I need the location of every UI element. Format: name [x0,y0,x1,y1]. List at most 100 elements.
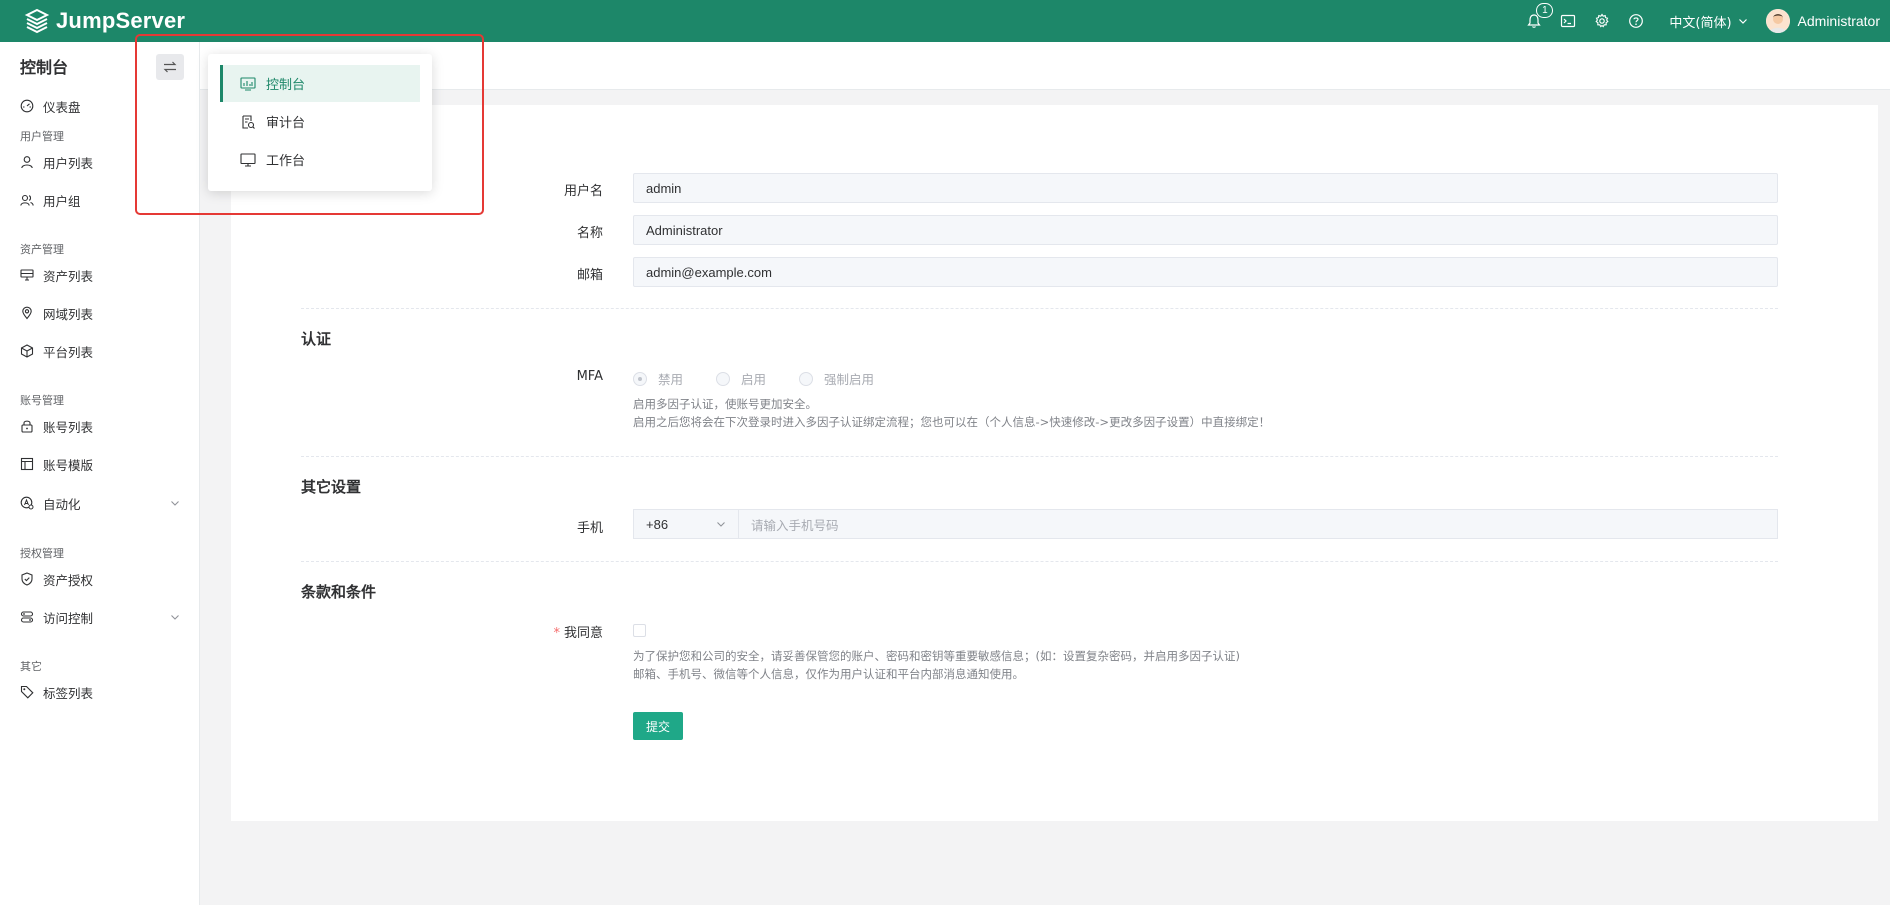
view-item-label: 审计台 [266,116,306,131]
avatar [1765,9,1790,33]
radio-label: 启用 [741,372,767,387]
radio-dot [633,371,647,386]
logo-text: JumpServer [56,8,186,33]
sidebar-item-label: 资产列表 [43,268,94,284]
language-selector[interactable]: 中文(简体) [1669,12,1747,31]
nav-group-account-management: 账号管理 [20,394,64,407]
avatar-icon [1765,9,1790,33]
sidebar-item-label: 资产授权 [43,572,94,588]
sidebar-item-tag-list[interactable]: 标签列表 [0,676,200,708]
terms-help-text: 为了保护您和公司的安全，请妥善保管您的账户、密码和密钥等重要敏感信息；(如：设置… [633,649,1240,663]
lock-icon [21,420,33,433]
sidebar-item-label: 账号模版 [43,457,94,473]
sidebar-item-automation[interactable]: 自动化 [0,487,200,519]
shield-icon [21,572,33,586]
sidebar-item-platform-list[interactable]: 平台列表 [0,335,200,367]
email-label: 邮箱 [576,268,603,283]
users-icon [20,194,34,206]
sidebar-item-account-template[interactable]: 账号模版 [0,448,200,480]
mfa-radio-forced[interactable]: 强制启用 [799,369,874,388]
help-icon [1629,14,1644,28]
help-button[interactable] [1619,0,1653,42]
sidebar-item-access-control[interactable]: 访问控制 [0,601,200,633]
terminal-icon [1561,14,1576,28]
view-item-label: 控制台 [266,78,306,93]
phone-label: 手机 [576,521,603,536]
mfa-help-text: 启用多因子认证，使账号更加安全。 [633,397,817,411]
asset-icon [20,269,34,281]
view-item-workbench[interactable]: 工作台 [220,141,420,178]
template-icon [20,457,34,471]
console-icon [240,76,256,91]
jumpserver-logo-icon [24,8,50,34]
section-divider [301,561,1778,562]
chevron-down-icon [717,522,725,527]
sidebar-item-label: 网域列表 [43,306,94,322]
phone-country-code-select[interactable]: +86 [633,509,739,539]
nav-group-user-management: 用户管理 [20,130,64,143]
switch-icon [163,61,177,73]
top-right-toolbar: 1 中文(简体) Administrator [1517,0,1880,42]
sidebar-item-asset-list[interactable]: 资产列表 [0,259,200,291]
sidebar-item-label: 用户组 [43,193,81,209]
sidebar-item-zone-list[interactable]: 网域列表 [0,297,200,329]
settings-button[interactable] [1585,0,1619,42]
radio-dot [716,371,730,386]
mfa-label: MFA [576,369,603,384]
sidebar-item-account-list[interactable]: 账号列表 [0,410,200,442]
sidebar-item-label: 用户列表 [43,155,94,171]
automation-icon [20,496,34,510]
user-icon [21,156,33,169]
section-divider [301,308,1778,309]
phone-input[interactable]: 请输入手机号码 [739,509,1778,539]
submit-button[interactable]: 提交 [633,712,683,740]
chevron-down-icon [1738,19,1747,24]
web-terminal-button[interactable] [1551,0,1585,42]
email-field[interactable]: admin@example.com [633,257,1778,287]
sidebar-item-label: 标签列表 [43,685,94,701]
agree-label-text: 我同意 [563,626,603,641]
logo[interactable]: JumpServer [24,8,185,34]
sidebar-item-label: 仪表盘 [43,99,81,115]
section-divider [301,456,1778,457]
monitor-icon [240,152,256,167]
user-menu[interactable]: Administrator [1765,9,1880,33]
radio-dot [799,371,813,386]
box-icon [20,344,34,358]
gear-icon [1595,13,1609,28]
view-switch-button[interactable] [156,54,184,80]
location-icon [22,306,32,320]
top-navbar: JumpServer 1 中文(简体) Administrator [0,0,1890,42]
sidebar-item-dashboard[interactable]: 仪表盘 [0,90,200,122]
name-field[interactable]: Administrator [633,215,1778,245]
mfa-radio-enabled[interactable]: 启用 [716,369,766,388]
nav-group-permission-management: 授权管理 [20,547,64,560]
sidebar-item-label: 访问控制 [43,610,94,626]
nav-group-asset-management: 资产管理 [20,243,64,256]
username-field[interactable]: admin [633,173,1778,203]
access-icon [20,611,34,623]
notification-button[interactable]: 1 [1517,0,1554,42]
terms-section-title: 条款和条件 [301,583,377,601]
sidebar-item-user-list[interactable]: 用户列表 [0,146,200,178]
view-item-audit[interactable]: 审计台 [220,103,420,140]
radio-label: 禁用 [658,372,684,387]
chevron-down-icon [171,501,179,506]
sidebar-item-label: 平台列表 [43,344,94,360]
username-label: Administrator [1797,13,1880,29]
sidebar-item-user-group[interactable]: 用户组 [0,184,200,216]
audit-icon [242,114,255,129]
required-mark: * [553,626,560,641]
dashboard-icon [20,99,34,113]
sidebar-item-asset-permission[interactable]: 资产授权 [0,563,200,595]
agree-checkbox[interactable] [633,624,646,637]
nav-group-other: 其它 [20,660,42,673]
mfa-radio-disabled[interactable]: 禁用 [633,369,683,388]
sidebar: 控制台 仪表盘 用户管理 用户列表 用户组 资产管理 资产列表 网域列表 平台列… [0,42,200,905]
view-item-console[interactable]: 控制台 [220,65,420,102]
sidebar-item-label: 账号列表 [43,419,94,435]
phone-prefix-value: +86 [646,516,669,532]
terms-help-text: 邮箱、手机号、微信等个人信息，仅作为用户认证和平台内部消息通知使用。 [633,667,1024,681]
user-profile-form-card [231,105,1878,821]
name-label: 名称 [576,226,603,241]
